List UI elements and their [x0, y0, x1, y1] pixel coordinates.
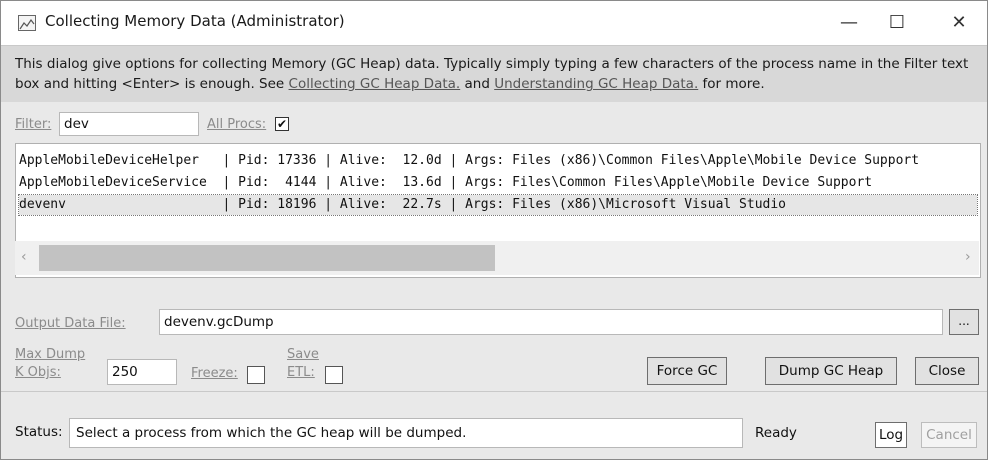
- freeze-label[interactable]: Freeze:: [191, 366, 238, 381]
- save-etl-label[interactable]: Save: [287, 347, 319, 362]
- cancel-button[interactable]: Cancel: [921, 422, 977, 448]
- list-item-selected[interactable]: devenv | Pid: 18196 | Alive: 22.7s | Arg…: [18, 194, 978, 216]
- save-etl-checkbox[interactable]: [325, 366, 343, 384]
- ready-indicator: Ready: [755, 425, 797, 441]
- list-item[interactable]: AppleMobileDeviceService | Pid: 4144 | A…: [19, 173, 977, 193]
- scroll-right-icon[interactable]: ›: [965, 249, 971, 265]
- filter-label[interactable]: Filter:: [15, 117, 51, 132]
- title-bar: Collecting Memory Data (Administrator) —…: [1, 1, 987, 45]
- scrollbar-thumb[interactable]: [39, 245, 495, 271]
- status-label: Status:: [15, 424, 63, 440]
- output-data-file-label[interactable]: Output Data File:: [15, 316, 126, 331]
- maximize-button[interactable]: ☐: [873, 1, 921, 45]
- max-dump-label[interactable]: Max Dump: [15, 347, 85, 362]
- browse-button[interactable]: ...: [949, 309, 979, 335]
- freeze-checkbox[interactable]: [247, 366, 265, 384]
- minimize-button[interactable]: —: [825, 1, 873, 45]
- main-panel: Filter: dev All Procs: ✔ AppleMobileDevi…: [1, 102, 987, 391]
- force-gc-button[interactable]: Force GC: [647, 357, 727, 385]
- dump-gc-heap-button[interactable]: Dump GC Heap: [765, 357, 897, 385]
- max-dump-label[interactable]: K Objs:: [15, 365, 61, 380]
- description-text-part: for more.: [698, 76, 765, 92]
- log-button[interactable]: Log: [875, 422, 907, 448]
- filter-input[interactable]: dev: [59, 112, 199, 136]
- all-procs-checkbox[interactable]: ✔: [275, 117, 289, 131]
- save-etl-label[interactable]: ETL:: [287, 365, 315, 380]
- window-title: Collecting Memory Data (Administrator): [45, 12, 345, 30]
- all-procs-label[interactable]: All Procs:: [207, 117, 266, 132]
- scroll-left-icon[interactable]: ‹: [21, 249, 27, 265]
- description-panel: This dialog give options for collecting …: [1, 45, 987, 103]
- output-file-input[interactable]: devenv.gcDump: [159, 309, 943, 335]
- max-dump-input[interactable]: 250: [107, 359, 177, 385]
- horizontal-scrollbar[interactable]: ‹ ›: [15, 241, 979, 275]
- understanding-gc-heap-link[interactable]: Understanding GC Heap Data.: [494, 76, 698, 92]
- dialog-window: Collecting Memory Data (Administrator) —…: [0, 0, 988, 460]
- description-text: This dialog give options for collecting …: [15, 54, 975, 94]
- close-window-button[interactable]: ✕: [935, 1, 983, 45]
- chart-icon: [18, 15, 36, 31]
- list-item[interactable]: AppleMobileDeviceHelper | Pid: 17336 | A…: [19, 151, 977, 171]
- collecting-gc-heap-link[interactable]: Collecting GC Heap Data.: [289, 76, 461, 92]
- description-text-part: and: [460, 76, 495, 92]
- status-bar: Status: Select a process from which the …: [1, 391, 987, 459]
- status-text-box: Select a process from which the GC heap …: [69, 418, 743, 448]
- close-button[interactable]: Close: [915, 357, 979, 385]
